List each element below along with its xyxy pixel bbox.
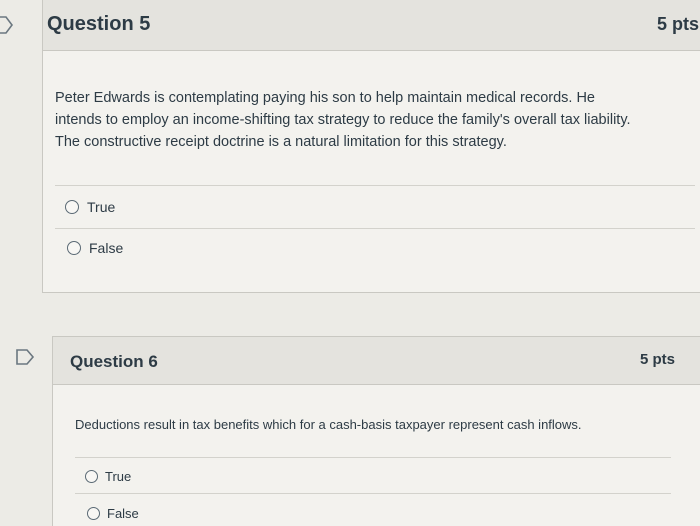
question-6-card: Question 6 5 pts Deductions result in ta… xyxy=(52,336,700,526)
question-title: Question 5 xyxy=(47,13,151,35)
answer-option-true[interactable]: True xyxy=(65,199,115,215)
question-title: Question 6 xyxy=(70,352,158,371)
question-text: Deductions result in tax benefits which … xyxy=(75,415,695,435)
answer-label: True xyxy=(105,469,132,484)
flag-icon[interactable] xyxy=(0,14,16,36)
question-text-line: Deductions result in tax benefits which … xyxy=(75,417,582,432)
answer-divider xyxy=(55,185,695,186)
question-5-header: Question 5 5 pts xyxy=(43,0,700,51)
question-points: 5 pts xyxy=(639,351,675,368)
answer-option-true[interactable]: True xyxy=(85,469,131,484)
answer-option-false[interactable]: False xyxy=(67,240,123,256)
radio-button[interactable] xyxy=(85,470,98,483)
answer-label: False xyxy=(89,240,124,256)
question-text-line: The constructive receipt doctrine is a n… xyxy=(55,134,507,150)
question-5-card: Question 5 5 pts Peter Edwards is contem… xyxy=(42,0,700,293)
answer-divider xyxy=(75,457,671,458)
question-points: 5 pts xyxy=(656,14,699,34)
answer-option-false[interactable]: False xyxy=(87,506,139,521)
question-text: Peter Edwards is contemplating paying hi… xyxy=(55,87,700,153)
radio-button[interactable] xyxy=(67,241,81,255)
question-text-line: intends to employ an income-shifting tax… xyxy=(55,112,631,128)
question-text-line: Peter Edwards is contemplating paying hi… xyxy=(55,90,595,106)
radio-button[interactable] xyxy=(65,200,79,214)
answer-label: True xyxy=(87,199,116,215)
answer-label: False xyxy=(107,506,139,521)
answer-divider xyxy=(75,493,671,494)
answer-divider xyxy=(55,228,695,229)
flag-icon[interactable] xyxy=(14,346,36,368)
question-6-header: Question 6 5 pts xyxy=(53,337,700,385)
radio-button[interactable] xyxy=(87,507,100,520)
